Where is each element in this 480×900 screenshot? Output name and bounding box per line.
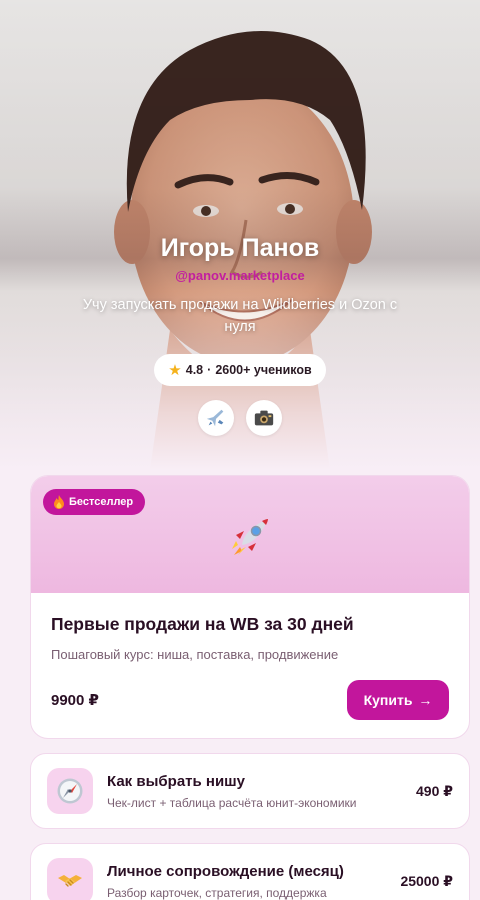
- product-text: Личное сопровождение (месяц) Разбор карт…: [107, 862, 400, 900]
- arrow-right-icon: →: [418, 692, 433, 708]
- telegram-link[interactable]: [198, 400, 234, 436]
- product-title: Как выбрать нишу: [107, 772, 246, 790]
- product-card-niche[interactable]: Как выбрать нишу Чек-лист + таблица расч…: [30, 753, 470, 829]
- featured-course-card[interactable]: Бестселлер Первые продажи на WB за 30 дн…: [30, 475, 470, 739]
- social-links: [0, 400, 480, 436]
- profile-hero: Игорь Панов @panov.marketplace Учу запус…: [0, 0, 480, 470]
- link-in-bio-page: Игорь Панов @panov.marketplace Учу запус…: [0, 0, 480, 900]
- featured-footer: 9900 ₽ Купить →: [51, 680, 449, 720]
- product-card-mentoring[interactable]: Личное сопровождение (месяц) Разбор карт…: [30, 843, 470, 900]
- profile-info: Игорь Панов @panov.marketplace Учу запус…: [0, 232, 480, 436]
- rating-value: 4.8: [185, 363, 204, 377]
- instagram-link[interactable]: [246, 400, 282, 436]
- rating-separator: ·: [207, 363, 212, 377]
- featured-price: 9900 ₽: [51, 692, 99, 709]
- featured-banner: Бестселлер: [31, 476, 469, 593]
- featured-body: Первые продажи на WB за 30 дней Пошаговы…: [31, 593, 469, 720]
- buy-button-label: Купить: [363, 692, 413, 708]
- product-price: 25000 ₽: [400, 872, 453, 889]
- product-price: 490 ₽: [416, 782, 453, 799]
- product-title: Личное сопровождение (месяц): [107, 862, 344, 880]
- product-description: Чек-лист + таблица расчёта юнит-экономик…: [107, 795, 357, 810]
- handshake-icon: [58, 875, 82, 887]
- compass-icon: [57, 778, 83, 804]
- camera-icon: [254, 410, 274, 426]
- featured-title: Первые продажи на WB за 30 дней: [51, 614, 354, 634]
- fire-icon: [54, 495, 64, 509]
- rating-badge: ★ 4.8 · 2600+ учеников: [154, 354, 326, 386]
- star-icon: ★: [168, 362, 182, 379]
- telegram-plane-icon: [206, 409, 224, 427]
- students-count: 2600+ учеников: [215, 363, 312, 377]
- profile-tagline: Учу запускать продажи на Wildberries и O…: [82, 297, 398, 335]
- profile-handle[interactable]: @panov.marketplace: [0, 268, 480, 284]
- product-text: Как выбрать нишу Чек-лист + таблица расч…: [107, 772, 416, 811]
- buy-button[interactable]: Купить →: [347, 680, 449, 720]
- profile-name: Игорь Панов: [160, 234, 320, 262]
- product-icon-wrap: [47, 858, 93, 900]
- featured-description: Пошаговый курс: ниша, поставка, продвиже…: [51, 647, 339, 662]
- product-description: Разбор карточек, стратегия, поддержка: [107, 885, 327, 900]
- product-icon-wrap: [47, 768, 93, 814]
- rocket-icon: [232, 519, 268, 555]
- bestseller-badge: Бестселлер: [43, 489, 146, 515]
- badge-label: Бестселлер: [69, 496, 134, 508]
